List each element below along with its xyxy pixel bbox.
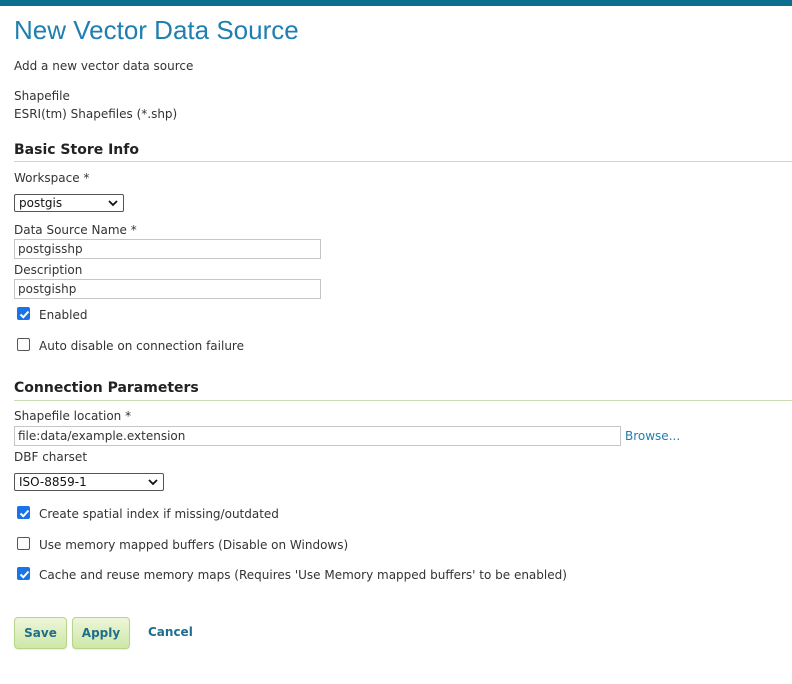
description-value: postgishp	[18, 282, 77, 296]
basic-info-heading: Basic Store Info	[14, 142, 139, 158]
description-label: Description	[14, 263, 83, 277]
page-content: New Vector Data Source Add a new vector …	[0, 6, 792, 684]
check-icon	[19, 570, 30, 579]
workspace-select[interactable]: postgis	[14, 194, 124, 212]
dbf-charset-value: ISO-8859-1	[19, 475, 87, 489]
cache-maps-label: Cache and reuse memory maps (Requires 'U…	[39, 568, 567, 582]
chevron-down-icon	[108, 200, 118, 207]
spatial-index-checkbox[interactable]	[17, 506, 30, 519]
section-divider	[14, 400, 792, 401]
spatial-index-label: Create spatial index if missing/outdated	[39, 507, 279, 521]
chevron-down-icon	[148, 479, 158, 486]
auto-disable-checkbox[interactable]	[17, 338, 30, 351]
workspace-select-value: postgis	[19, 196, 63, 210]
apply-button[interactable]: Apply	[72, 617, 130, 649]
enabled-label: Enabled	[39, 308, 88, 322]
connection-heading: Connection Parameters	[14, 380, 199, 396]
cancel-button[interactable]: Cancel	[148, 625, 193, 639]
dbf-charset-label: DBF charset	[14, 450, 88, 464]
memory-mapped-checkbox[interactable]	[17, 537, 30, 550]
memory-mapped-label: Use memory mapped buffers (Disable on Wi…	[39, 538, 349, 552]
store-type-description: ESRI(tm) Shapefiles (*.shp)	[14, 107, 178, 121]
shapefile-location-input[interactable]: file:data/example.extension	[14, 426, 621, 446]
data-source-name-value: postgisshp	[18, 242, 83, 256]
page-title: New Vector Data Source	[14, 15, 299, 45]
browse-link[interactable]: Browse...	[625, 429, 680, 443]
check-icon	[19, 509, 30, 518]
shapefile-location-label: Shapefile location *	[14, 409, 132, 423]
page-subtitle: Add a new vector data source	[14, 59, 194, 73]
description-input[interactable]: postgishp	[14, 279, 321, 299]
shapefile-location-value: file:data/example.extension	[18, 429, 186, 443]
data-source-name-input[interactable]: postgisshp	[14, 239, 321, 259]
workspace-label: Workspace *	[14, 171, 90, 185]
auto-disable-label: Auto disable on connection failure	[39, 339, 244, 353]
store-type-name: Shapefile	[14, 89, 70, 103]
dbf-charset-select[interactable]: ISO-8859-1	[14, 473, 164, 491]
cache-maps-checkbox[interactable]	[17, 567, 30, 580]
check-icon	[19, 310, 30, 319]
section-divider	[14, 161, 792, 162]
data-source-name-label: Data Source Name *	[14, 223, 137, 237]
enabled-checkbox[interactable]	[17, 307, 30, 320]
save-button[interactable]: Save	[14, 617, 67, 649]
